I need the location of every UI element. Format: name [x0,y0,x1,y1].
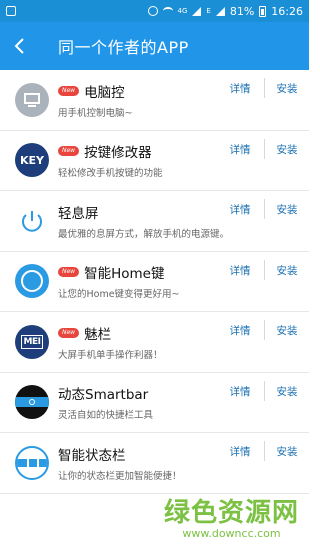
smartbar-icon [15,385,49,420]
new-badge: New [58,146,80,157]
list-item[interactable]: New 智能Home键 让您的Home键变得更好用~ 详情 安装 [0,252,309,312]
details-button[interactable]: 详情 [216,444,264,459]
home-circle-icon [15,264,49,299]
mei-icon: MEI [15,324,49,359]
back-button[interactable] [0,22,40,70]
app-name: 动态Smartbar [58,387,149,404]
power-icon [15,204,49,238]
network-type-icon: 4G [177,6,188,15]
status-bar: 4G E 81% 16:26 [0,0,309,22]
list-item[interactable]: 智能状态栏 让你的状态栏更加智能便捷！ 详情 安装 [0,433,309,494]
carrier-icon: E [206,6,211,15]
new-badge: New [58,85,80,96]
signal-icon-2 [215,6,225,16]
app-bar: 同一个作者的APP [0,22,309,70]
list-item[interactable]: New 电脑控 用手机控制电脑~ 详情 安装 [0,70,309,131]
list-item[interactable]: 轻息屏 最优雅的息屏方式，解放手机的电源键。 详情 安装 [0,191,309,252]
install-button[interactable]: 安装 [265,263,309,278]
clock: 16:26 [271,4,303,18]
image-notification-icon [6,6,16,16]
install-button[interactable]: 安装 [265,444,309,459]
alarm-icon [147,6,158,16]
new-badge: New [58,327,80,338]
details-button[interactable]: 详情 [216,142,264,157]
page-title: 同一个作者的APP [58,38,189,57]
install-button[interactable]: 安装 [265,323,309,338]
battery-icon [259,5,267,17]
wifi-icon [162,7,173,15]
signal-icon [192,6,202,16]
app-name: 魅栏 [84,326,112,343]
install-button[interactable]: 安装 [265,142,309,157]
list-item[interactable]: KEY New 按键修改器 轻松修改手机按键的功能 详情 安装 [0,131,309,191]
app-name: 智能Home键 [84,266,165,283]
battery-percent: 81% [229,4,255,18]
watermark-title: 绿色资源网 [163,498,299,528]
details-button[interactable]: 详情 [216,202,264,217]
details-button[interactable]: 详情 [216,323,264,338]
watermark: 绿色资源网 www.downcc.com [164,492,299,540]
app-name: 轻息屏 [58,205,99,222]
install-button[interactable]: 安装 [265,202,309,217]
list-item[interactable]: MEI New 魅栏 大屏手机单手操作利器！ 详情 安装 [0,312,309,373]
details-button[interactable]: 详情 [216,81,264,96]
app-list: New 电脑控 用手机控制电脑~ 详情 安装 KEY New 按键修改器 轻松修… [0,70,309,494]
monitor-icon [15,82,49,117]
back-arrow-icon [14,38,24,54]
app-name: 智能状态栏 [58,447,126,464]
app-name: 按键修改器 [84,145,152,162]
details-button[interactable]: 详情 [216,263,264,278]
install-button[interactable]: 安装 [265,384,309,399]
app-name: 电脑控 [84,84,125,101]
key-icon: KEY [15,143,49,178]
watermark-url: www.downcc.com [182,527,281,540]
details-button[interactable]: 详情 [216,384,264,399]
list-item[interactable]: 动态Smartbar 灵活自如的快捷栏工具 详情 安装 [0,373,309,433]
statusbar-icon [15,445,49,480]
mei-icon-text: MEI [20,334,44,349]
install-button[interactable]: 安装 [265,81,309,96]
new-badge: New [58,267,80,278]
